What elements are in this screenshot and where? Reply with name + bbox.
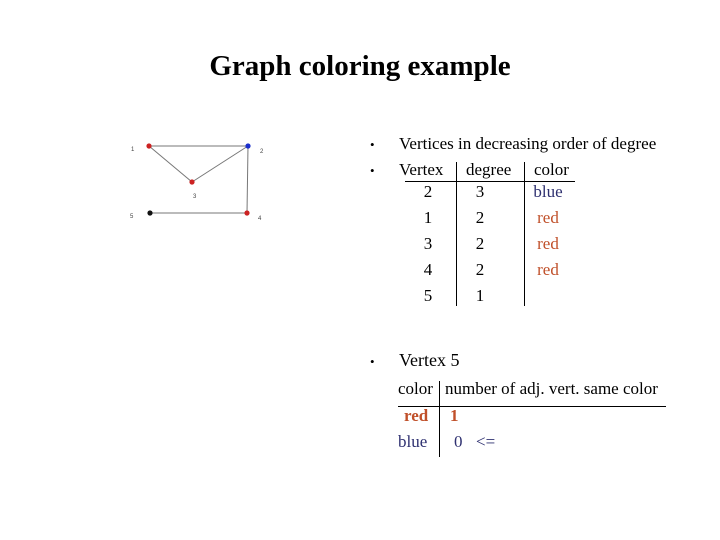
- degree-row-color: red: [537, 260, 559, 279]
- degree-row-vertex: 4: [423, 260, 433, 279]
- vertex-4: [244, 210, 250, 216]
- vertex5-divider: [439, 381, 440, 457]
- vertex5-header-color: color: [398, 379, 433, 398]
- bullet-1-text: Vertices in decreasing order of degree: [399, 134, 657, 153]
- graph-diagram: 1 2 3 4 5: [130, 143, 264, 222]
- bullet-1-icon: •: [370, 137, 375, 152]
- degree-row-vertex: 1: [423, 208, 433, 227]
- vertex5-row-blue-count: 0: [454, 432, 463, 451]
- degree-header-color: color: [534, 160, 569, 179]
- degree-table-divider-2: [524, 162, 525, 306]
- vertex-1: [146, 143, 152, 149]
- vertex-label-5: 5: [130, 214, 134, 220]
- vertex-label-4: 4: [258, 216, 262, 222]
- degree-row-degree: 3: [475, 182, 485, 201]
- degree-row-vertex: 3: [423, 234, 433, 253]
- vertex-label-2: 2: [260, 149, 264, 155]
- degree-row-degree: 1: [475, 286, 485, 305]
- edge-2-4: [246, 145, 249, 214]
- bullet-3-icon: •: [370, 354, 375, 369]
- degree-header-degree: degree: [466, 160, 512, 179]
- vertex5-header-count: number of adj. vert. same color: [445, 379, 658, 398]
- degree-row-vertex: 5: [423, 286, 433, 305]
- bullet-2-icon: •: [370, 163, 375, 178]
- vertex5-label: Vertex 5: [399, 350, 460, 370]
- edge-1-3: [148, 145, 193, 183]
- vertex-5: [147, 210, 153, 216]
- edge-3-2: [191, 145, 249, 183]
- vertex5-row-red-count: 1: [450, 406, 459, 425]
- degree-row-degree: 2: [475, 208, 485, 227]
- slide-title: Graph coloring example: [209, 50, 511, 82]
- vertex5-row-blue-color: blue: [398, 432, 428, 451]
- vertex-3: [189, 179, 195, 185]
- degree-row-vertex: 2: [423, 182, 433, 201]
- vertex-label-1: 1: [131, 147, 135, 153]
- degree-row-degree: 2: [475, 234, 485, 253]
- degree-row-color: red: [537, 208, 559, 227]
- vertex-label-3: 3: [193, 194, 197, 200]
- degree-row-color: red: [537, 234, 559, 253]
- degree-table-divider-1: [456, 162, 457, 306]
- vertex-2: [245, 143, 251, 149]
- vertex5-row-blue-marker: <=: [476, 432, 496, 451]
- vertex5-row-red-color: red: [404, 406, 429, 425]
- degree-row-degree: 2: [475, 260, 485, 279]
- degree-row-color: blue: [533, 182, 563, 201]
- degree-header-vertex: Vertex: [399, 160, 444, 179]
